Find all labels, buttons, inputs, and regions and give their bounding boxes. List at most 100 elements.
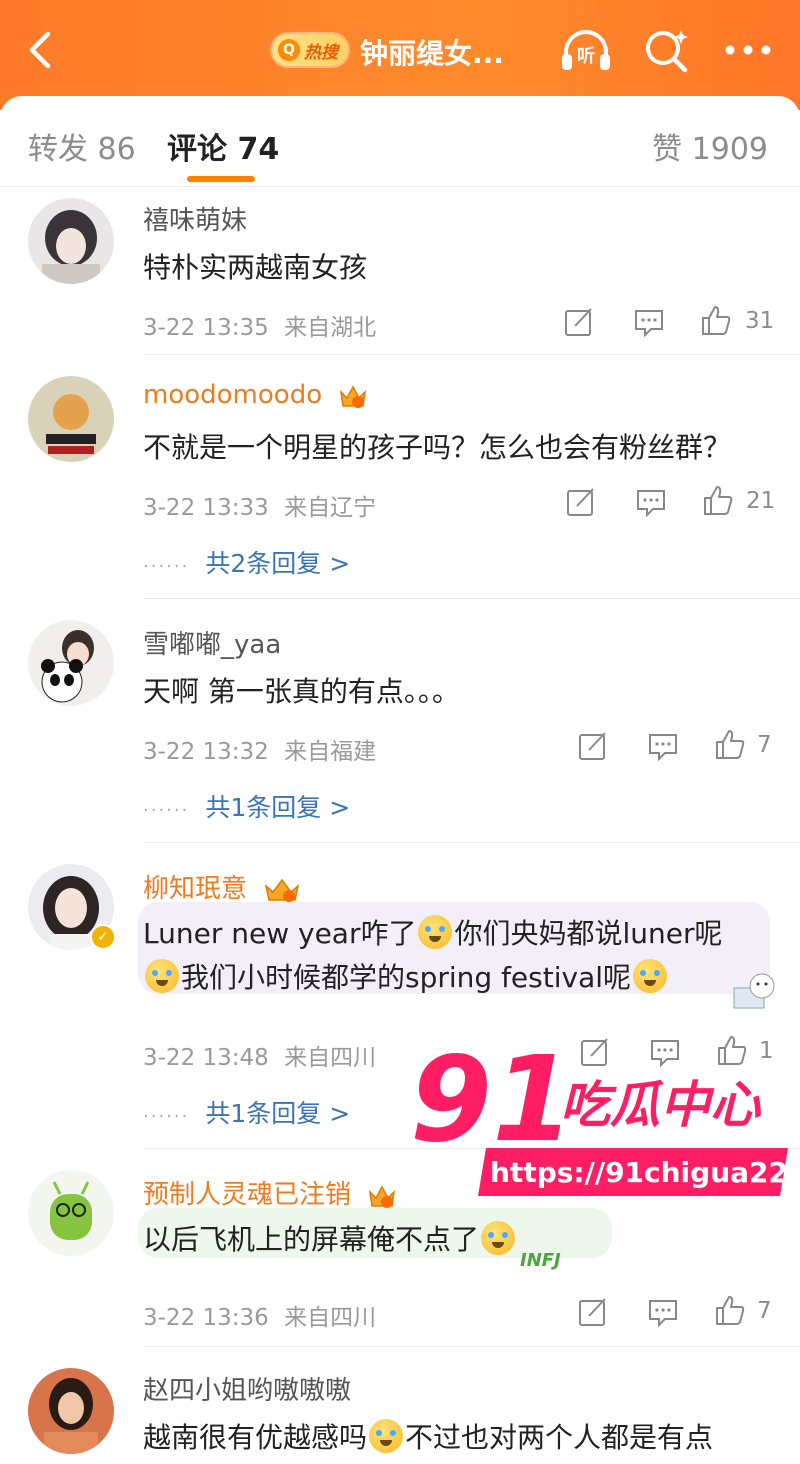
reply-dots: ······ bbox=[143, 556, 190, 577]
comment-location: 来自四川 bbox=[284, 1045, 377, 1071]
comment-location: 来自湖北 bbox=[284, 315, 377, 341]
comment-author-name: 柳知珉意 bbox=[143, 874, 248, 904]
comment-location: 来自福建 bbox=[284, 739, 377, 765]
comment-text-part: 你们央妈都说luner呢 bbox=[454, 917, 723, 950]
comment-meta: 3-22 13:33 来自辽宁 bbox=[143, 488, 376, 522]
vip-crown-icon bbox=[369, 1184, 396, 1208]
hot-search-badge[interactable]: Q 热搜 bbox=[272, 34, 348, 66]
comment-meta: 3-22 13:35 来自湖北 bbox=[143, 308, 376, 342]
avatar[interactable] bbox=[28, 1368, 114, 1454]
comment-text: 天啊 第一张真的有点。。。 bbox=[143, 675, 460, 708]
top-bar: Q 热搜 钟丽缇女... 听 bbox=[0, 0, 800, 110]
comment-author[interactable]: 赵四小姐哟嗷嗷嗷 bbox=[143, 1370, 351, 1407]
comment-author[interactable]: 柳知珉意 bbox=[143, 868, 301, 905]
tab-bar: 转发 86 评论 74 赞 1909 bbox=[0, 96, 800, 187]
comment-author[interactable]: 禧味萌妹 bbox=[143, 200, 247, 237]
comment-meta: 3-22 13:36 来自四川 bbox=[143, 1298, 376, 1332]
comment-divider bbox=[143, 1346, 800, 1347]
avatar[interactable] bbox=[28, 620, 114, 706]
verified-badge-icon: ✓ bbox=[90, 924, 116, 950]
replies-label: 共2条回复 > bbox=[205, 549, 351, 578]
like-count: 31 bbox=[745, 308, 775, 334]
comment-text-part: 不过也对两个人都是有点 bbox=[405, 1421, 714, 1454]
avatar[interactable] bbox=[28, 1170, 114, 1256]
like-thumb-icon[interactable] bbox=[700, 304, 732, 336]
comment-text-part: 越南很有优越感吗 bbox=[143, 1421, 368, 1454]
comment-text: 特朴实两越南女孩 bbox=[143, 251, 368, 284]
comment-meta: 3-22 13:48 来自四川 bbox=[143, 1038, 376, 1072]
comment-author-name: moodomoodo bbox=[143, 380, 323, 410]
comment-time: 3-22 13:32 bbox=[143, 739, 269, 765]
active-tab-indicator bbox=[187, 176, 255, 182]
comment-icon[interactable] bbox=[647, 1296, 679, 1328]
like-thumb-icon[interactable] bbox=[702, 484, 734, 516]
comment-time: 3-22 13:36 bbox=[143, 1305, 269, 1331]
view-replies-link[interactable]: ······ 共1条回复 > bbox=[143, 788, 350, 824]
repost-icon[interactable] bbox=[563, 306, 595, 338]
comment-author-name: 预制人灵魂已注销 bbox=[143, 1180, 352, 1210]
replies-label: 共1条回复 > bbox=[205, 793, 351, 822]
listen-label: 听 bbox=[577, 45, 595, 67]
topic-title[interactable]: 钟丽缇女... bbox=[360, 32, 504, 72]
comment-text-part: 我们小时候都学的spring festival呢 bbox=[181, 961, 632, 994]
like-count: 7 bbox=[757, 1298, 772, 1324]
comment-text-part: 以后飞机上的屏幕俺不点了 bbox=[143, 1223, 480, 1256]
tab-comments[interactable]: 评论 74 bbox=[167, 124, 279, 168]
repost-icon[interactable] bbox=[577, 1296, 609, 1328]
watermark-brand: 吃瓜中心 bbox=[560, 1076, 762, 1134]
comment-text-line: 以后飞机上的屏幕俺不点了 bbox=[143, 1218, 517, 1258]
reply-dots: ······ bbox=[143, 800, 190, 821]
like-thumb-icon[interactable] bbox=[714, 728, 746, 760]
comment-time: 3-22 13:33 bbox=[143, 495, 269, 521]
comment-text-line: 越南很有优越感吗 不过也对两个人都是有点 bbox=[143, 1416, 713, 1456]
vip-crown-icon bbox=[265, 878, 300, 902]
repost-icon[interactable] bbox=[577, 730, 609, 762]
hot-search-label: 热搜 bbox=[304, 42, 338, 63]
comment-text-part: Luner new year咋了 bbox=[143, 917, 417, 950]
comment-text-line: Luner new year咋了 你们央妈都说luner呢 bbox=[143, 912, 723, 952]
vip-crown-icon bbox=[340, 384, 367, 408]
comment-author[interactable]: 雪嘟嘟_yaa bbox=[143, 624, 281, 661]
infj-sticker: INFJ bbox=[520, 1250, 561, 1271]
listen-headphones-icon[interactable]: 听 bbox=[558, 26, 614, 74]
like-thumb-icon[interactable] bbox=[714, 1294, 746, 1326]
comment-location: 来自四川 bbox=[284, 1305, 377, 1331]
search-sparkle-icon[interactable] bbox=[643, 26, 691, 74]
comment-text: 不就是一个明星的孩子吗？怎么也会有粉丝群？ bbox=[143, 431, 732, 464]
crying-emoji-icon bbox=[145, 959, 179, 993]
content-sheet bbox=[0, 96, 800, 1464]
comment-time: 3-22 13:48 bbox=[143, 1045, 269, 1071]
like-count: 21 bbox=[746, 488, 776, 514]
tab-likes[interactable]: 赞 1909 bbox=[652, 124, 768, 168]
view-replies-link[interactable]: ······ 共2条回复 > bbox=[143, 544, 350, 580]
avatar[interactable] bbox=[28, 198, 114, 284]
back-arrow-icon[interactable] bbox=[22, 30, 62, 70]
like-count: 7 bbox=[757, 732, 772, 758]
comment-author[interactable]: moodomoodo bbox=[143, 380, 368, 410]
crying-emoji-icon bbox=[633, 959, 668, 993]
crying-emoji-icon bbox=[418, 915, 453, 949]
laugh-cry-emoji-icon bbox=[481, 1221, 516, 1255]
view-replies-link[interactable]: ······ 共1条回复 > bbox=[143, 1094, 350, 1130]
site-watermark: 91 吃瓜中心 https://91chigua22.com bbox=[410, 1044, 790, 1196]
comment-location: 来自辽宁 bbox=[284, 495, 377, 521]
comment-icon[interactable] bbox=[647, 730, 679, 762]
comment-author[interactable]: 预制人灵魂已注销 bbox=[143, 1174, 397, 1211]
more-dots-icon[interactable] bbox=[724, 36, 772, 64]
comment-divider bbox=[143, 842, 800, 843]
repost-icon[interactable] bbox=[565, 486, 597, 518]
bubble-sticker-icon bbox=[733, 973, 775, 1009]
comment-text-line: 我们小时候都学的spring festival呢 bbox=[143, 956, 669, 996]
comment-time: 3-22 13:35 bbox=[143, 315, 269, 341]
avatar[interactable] bbox=[28, 376, 114, 462]
replies-label: 共1条回复 > bbox=[205, 1099, 351, 1128]
comment-meta: 3-22 13:32 来自福建 bbox=[143, 732, 376, 766]
hot-search-icon: Q bbox=[278, 39, 300, 61]
comment-icon[interactable] bbox=[633, 306, 665, 338]
watermark-url: https://91chigua22.com bbox=[490, 1156, 790, 1189]
laugh-cry-emoji-icon bbox=[369, 1419, 404, 1453]
comment-divider bbox=[143, 354, 800, 355]
tab-reposts[interactable]: 转发 86 bbox=[28, 124, 136, 168]
reply-dots: ······ bbox=[143, 1106, 190, 1127]
comment-icon[interactable] bbox=[635, 486, 667, 518]
